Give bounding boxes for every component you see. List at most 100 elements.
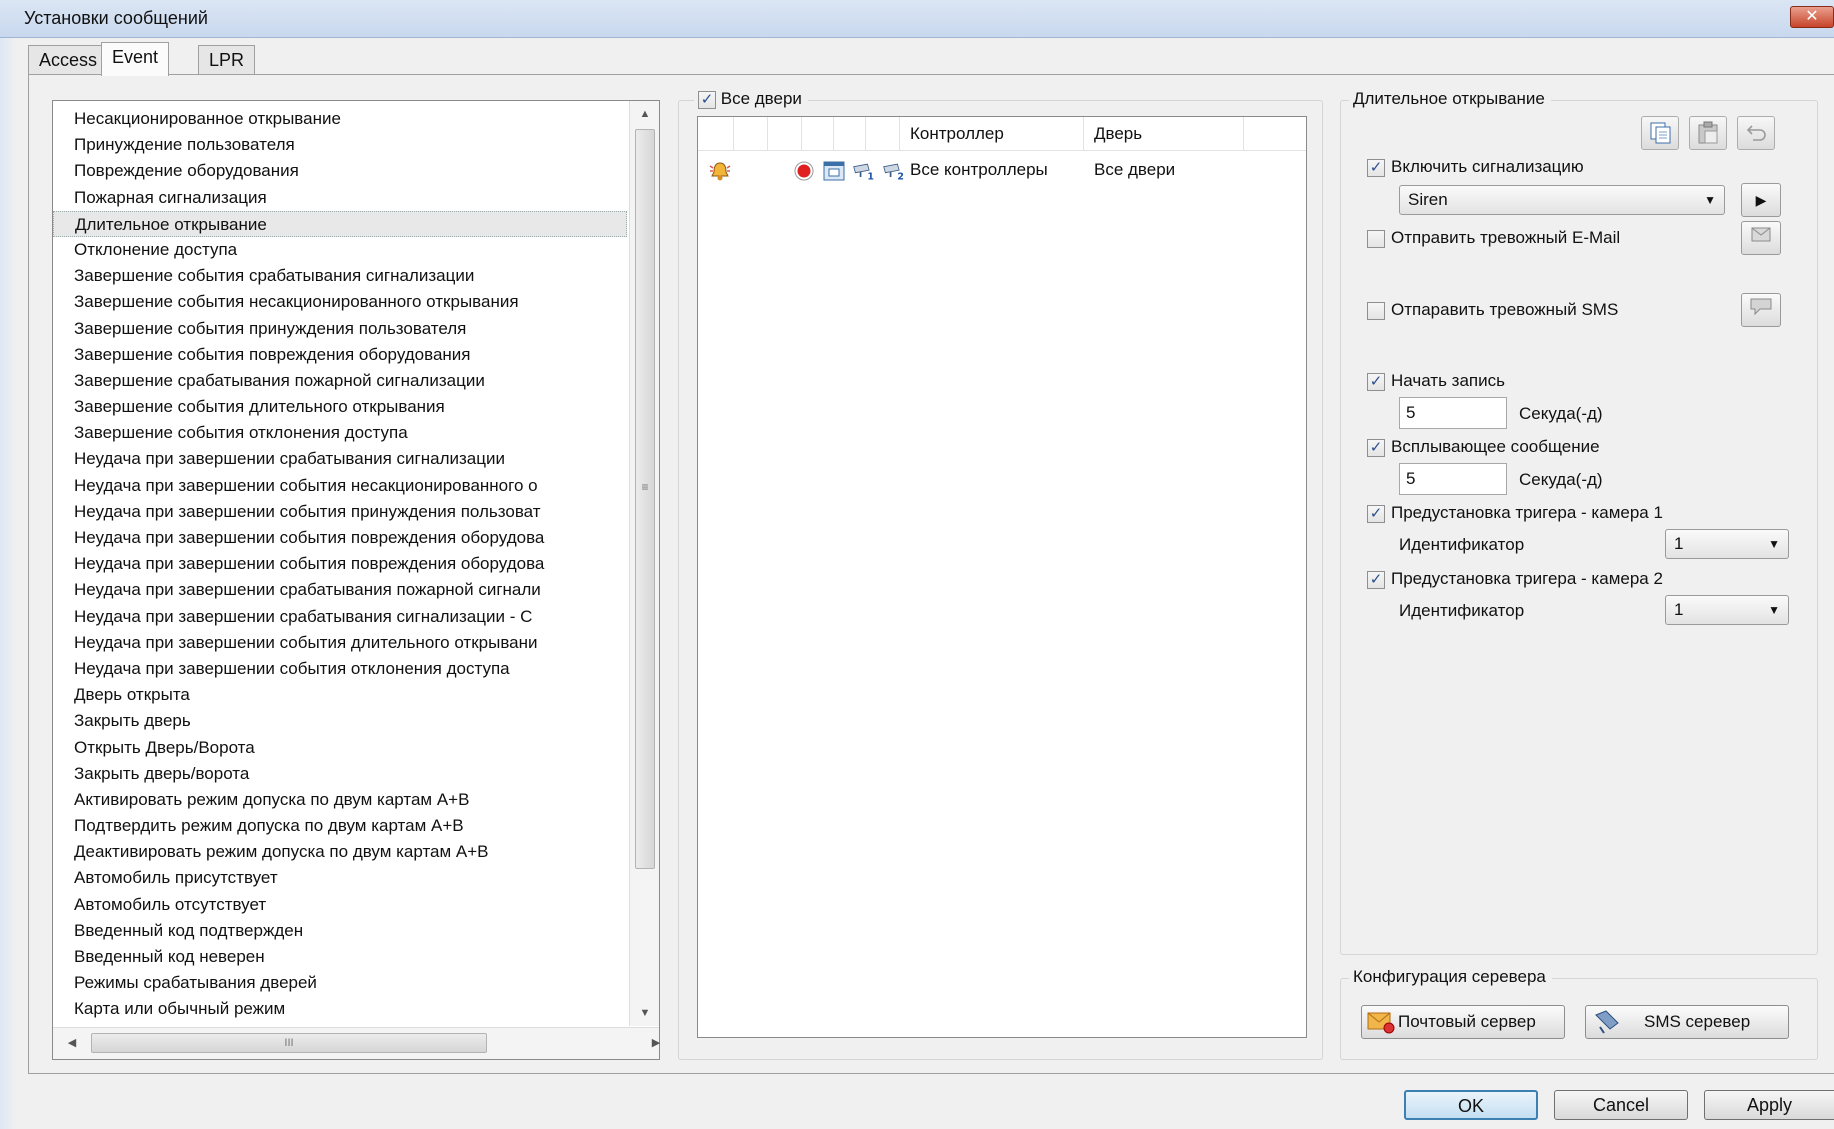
list-item[interactable]: Введенный код подтвержден — [53, 918, 627, 944]
table-row[interactable]: 1 2 Все контроллеры Все двери — [698, 153, 1306, 187]
doors-group: ✓ Все двери Контроллер Дверь 1 2 Все кон… — [678, 89, 1323, 1060]
popup-checkbox[interactable]: ✓ — [1367, 438, 1385, 457]
popup-option[interactable]: ✓ Всплывающее сообщение — [1367, 437, 1600, 457]
camera1-id-select[interactable]: 1 ▼ — [1665, 529, 1789, 559]
start-record-label: Начать запись — [1391, 371, 1505, 390]
hscroll-thumb[interactable]: III — [91, 1033, 487, 1053]
cancel-button[interactable]: Cancel — [1554, 1090, 1688, 1120]
list-item[interactable]: Карта или обычный режим — [53, 996, 627, 1022]
list-item[interactable]: Неудача при завершении события поврежден… — [53, 525, 627, 551]
all-doors-legend: ✓ Все двери — [694, 89, 808, 109]
preset-camera2-checkbox[interactable]: ✓ — [1367, 570, 1385, 589]
apply-button[interactable]: Apply — [1704, 1090, 1834, 1120]
enable-alarm-checkbox[interactable]: ✓ — [1367, 158, 1385, 177]
list-item[interactable]: Завершение события повреждения оборудова… — [53, 342, 627, 368]
scroll-up-arrow-icon[interactable]: ▲ — [630, 101, 660, 127]
send-sms-checkbox[interactable] — [1367, 301, 1385, 320]
list-item[interactable]: Открыть Дверь/Ворота — [53, 735, 627, 761]
play-sound-button[interactable]: ▶ — [1741, 183, 1781, 217]
list-item[interactable]: Отклонение доступа — [53, 237, 627, 263]
tab-event[interactable]: Event — [101, 42, 170, 76]
row-door-cell: Все двери — [1094, 160, 1176, 179]
sms-server-button[interactable]: SMS серевер — [1585, 1005, 1789, 1039]
email-settings-button[interactable] — [1741, 221, 1781, 255]
list-item[interactable]: Завершение события принуждения пользоват… — [53, 316, 627, 342]
col-header-icon-3 — [768, 117, 802, 151]
list-item[interactable]: Подтвердить режим допуска по двум картам… — [53, 813, 627, 839]
popup-seconds-unit: Секуда(-д) — [1519, 470, 1603, 489]
list-item[interactable]: Активировать режим допуска по двум карта… — [53, 787, 627, 813]
paste-button[interactable] — [1689, 116, 1727, 150]
close-button[interactable]: ✕ — [1790, 6, 1834, 28]
list-item[interactable]: Принуждение пользователя — [53, 132, 627, 158]
preset-camera1-checkbox[interactable]: ✓ — [1367, 504, 1385, 523]
list-item[interactable]: Несакционированное открывание — [53, 106, 627, 132]
mail-server-label: Почтовый сервер — [1398, 1012, 1536, 1031]
sms-icon — [1750, 298, 1772, 316]
list-item[interactable]: Закрыть дверь — [53, 708, 627, 734]
list-item[interactable]: Дверь открыта — [53, 682, 627, 708]
list-item[interactable]: Неудача при завершении события отклонени… — [53, 656, 627, 682]
list-item[interactable]: Автомобиль отсутствует — [53, 892, 627, 918]
list-item[interactable]: Деактивировать режим допуска по двум кар… — [53, 839, 627, 865]
list-item[interactable]: Пожарная сигнализация — [53, 185, 627, 211]
row-controller-cell: Все контроллеры — [910, 160, 1048, 179]
list-item[interactable]: Неудача при завершении события поврежден… — [53, 551, 627, 577]
scroll-left-arrow-icon[interactable]: ◀ — [59, 1028, 85, 1058]
start-record-checkbox[interactable]: ✓ — [1367, 372, 1385, 391]
col-header-door[interactable]: Дверь — [1084, 117, 1244, 151]
preset-camera2-option[interactable]: ✓ Предустановка тригера - камера 2 — [1367, 569, 1663, 589]
list-item[interactable]: Неудача при завершении события несакцион… — [53, 473, 627, 499]
record-seconds-input[interactable]: 5 — [1399, 397, 1507, 429]
list-item[interactable]: Завершение срабатывания пожарной сигнали… — [53, 368, 627, 394]
alarm-sound-select[interactable]: Siren ▼ — [1399, 185, 1725, 215]
camera-1-preset-icon: 1 — [853, 163, 874, 182]
list-item[interactable]: Неудача при завершении события принужден… — [53, 499, 627, 525]
event-list[interactable]: Несакционированное открывание Принуждение… — [53, 106, 627, 1026]
col-header-icon-1 — [698, 117, 734, 151]
list-item[interactable]: Завершение события отклонения доступа — [53, 420, 627, 446]
list-item[interactable]: Завершение события срабатывания сигнализ… — [53, 263, 627, 289]
list-item[interactable]: Завершение события несакционированного о… — [53, 289, 627, 315]
event-list-vscrollbar[interactable]: ▲ ≡ ▼ — [629, 101, 659, 1026]
event-list-hscrollbar[interactable]: ◀ III ▶ — [53, 1027, 660, 1059]
camera2-id-select[interactable]: 1 ▼ — [1665, 595, 1789, 625]
vscroll-thumb[interactable]: ≡ — [635, 129, 655, 869]
send-email-checkbox[interactable] — [1367, 229, 1385, 248]
list-item[interactable]: Неудача при завершении события длительно… — [53, 630, 627, 656]
scroll-right-arrow-icon[interactable]: ▶ — [643, 1028, 669, 1058]
send-email-option[interactable]: Отправить тревожный E-Mail — [1367, 228, 1620, 248]
doors-table: Контроллер Дверь 1 2 Все контроллеры Все… — [697, 116, 1307, 1038]
chevron-down-icon: ▼ — [1768, 603, 1780, 617]
list-item[interactable]: Повреждение оборудования — [53, 158, 627, 184]
undo-button[interactable] — [1737, 116, 1775, 150]
sms-settings-button[interactable] — [1741, 293, 1781, 327]
list-item[interactable]: Завершение события длительного открывани… — [53, 394, 627, 420]
start-record-option[interactable]: ✓ Начать запись — [1367, 371, 1505, 391]
list-item[interactable]: Длительное открывание — [53, 210, 627, 237]
list-item[interactable]: Введенный код неверен — [53, 944, 627, 970]
send-sms-option[interactable]: Отпаравить тревожный SMS — [1367, 300, 1618, 320]
mail-server-button[interactable]: Почтовый сервер — [1361, 1005, 1565, 1039]
tab-access[interactable]: Access — [28, 45, 109, 75]
list-item[interactable]: Неудача при завершении срабатывания сигн… — [53, 604, 627, 630]
copy-button[interactable] — [1641, 116, 1679, 150]
col-header-icon-6 — [866, 117, 900, 151]
tab-lpr[interactable]: LPR — [198, 45, 256, 75]
list-item[interactable]: Режимы срабатывания дверей — [53, 970, 627, 996]
popup-seconds-input[interactable]: 5 — [1399, 463, 1507, 495]
all-doors-checkbox[interactable]: ✓ — [698, 90, 716, 109]
server-config-group: Конфигурация серевера Почтовый сервер SM… — [1340, 967, 1818, 1060]
list-item[interactable]: Автомобиль присутствует — [53, 865, 627, 891]
ok-button[interactable]: OK — [1404, 1090, 1538, 1120]
scroll-down-arrow-icon[interactable]: ▼ — [630, 1000, 660, 1026]
list-item[interactable]: Закрыть дверь/ворота — [53, 761, 627, 787]
copy-icon — [1650, 122, 1671, 144]
list-item[interactable]: Неудача при завершении срабатывания пожа… — [53, 577, 627, 603]
list-item[interactable]: Неудача при завершении срабатывания сигн… — [53, 446, 627, 472]
play-icon: ▶ — [1755, 192, 1767, 208]
mail-icon — [1751, 227, 1771, 242]
col-header-controller[interactable]: Контроллер — [900, 117, 1084, 151]
preset-camera1-option[interactable]: ✓ Предустановка тригера - камера 1 — [1367, 503, 1663, 523]
enable-alarm-option[interactable]: ✓ Включить сигнализацию — [1367, 157, 1584, 177]
